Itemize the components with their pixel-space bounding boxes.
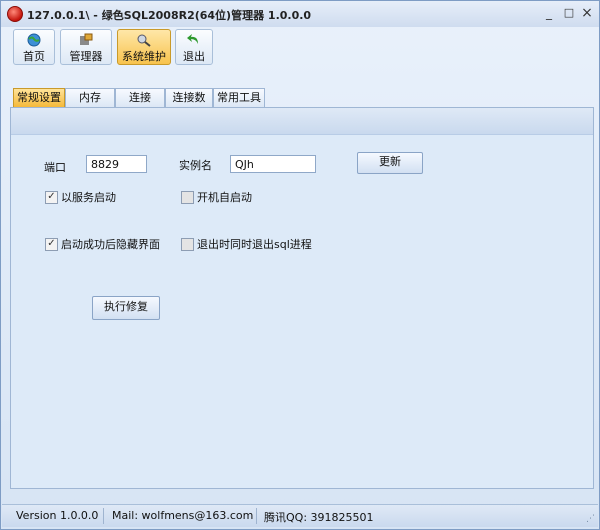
run-as-service-label: 以服务启动 <box>61 191 116 204</box>
panel-body: 端口 8829 实例名 QJh 更新 ✓ 以服务启动 开机自启动 ✓ 启动成功后… <box>11 135 593 488</box>
port-input[interactable]: 8829 <box>86 155 147 173</box>
tab-memory[interactable]: 内存 <box>65 88 115 107</box>
qq-text: 腾讯QQ: 391825501 <box>264 511 374 524</box>
port-label: 端口 <box>44 161 66 174</box>
app-logo-icon <box>7 6 23 22</box>
status-bar: Version 1.0.0.0 Mail: wolfmens@163.com 腾… <box>2 504 598 527</box>
minimize-button[interactable]: _ <box>541 5 557 21</box>
hide-after-start-label: 启动成功后隐藏界面 <box>61 238 160 251</box>
toolbar-maintenance-button[interactable]: 系统维护 <box>117 29 171 65</box>
toolbar-manager-button[interactable]: 管理器 <box>60 29 112 65</box>
resize-grip-icon[interactable]: ⋰ <box>586 514 595 524</box>
title-bar: 127.0.0.1\ - 绿色SQL2008R2(64位)管理器 1.0.0.0… <box>1 1 599 27</box>
version-text: Version 1.0.0.0 <box>16 509 99 522</box>
exit-arrow-icon <box>186 33 202 47</box>
status-divider <box>256 508 257 524</box>
auto-start-label: 开机自启动 <box>197 191 252 204</box>
hide-after-start-checkbox[interactable]: ✓ <box>45 238 58 251</box>
toolbar-home-button[interactable]: 首页 <box>13 29 55 65</box>
tools-icon <box>78 33 94 47</box>
globe-icon <box>26 33 42 47</box>
auto-start-checkbox[interactable] <box>181 191 194 204</box>
close-button[interactable]: × <box>579 5 595 21</box>
toolbar-exit-label: 退出 <box>183 50 205 63</box>
tab-tools[interactable]: 常用工具 <box>213 88 265 107</box>
main-window: 127.0.0.1\ - 绿色SQL2008R2(64位)管理器 1.0.0.0… <box>0 0 600 530</box>
tab-connection[interactable]: 连接 <box>115 88 165 107</box>
toolbar-manager-label: 管理器 <box>69 50 103 63</box>
repair-button[interactable]: 执行修复 <box>92 296 160 320</box>
tab-connection-count[interactable]: 连接数 <box>165 88 213 107</box>
toolbar: 首页 管理器 系统维护 退出 <box>11 29 213 65</box>
quit-sql-on-exit-checkbox[interactable] <box>181 238 194 251</box>
settings-panel: 端口 8829 实例名 QJh 更新 ✓ 以服务启动 开机自启动 ✓ 启动成功后… <box>10 107 594 489</box>
instance-input[interactable]: QJh <box>230 155 316 173</box>
tab-general[interactable]: 常规设置 <box>13 88 65 107</box>
toolbar-exit-button[interactable]: 退出 <box>175 29 213 65</box>
mail-text: Mail: wolfmens@163.com <box>112 509 254 522</box>
run-as-service-checkbox[interactable]: ✓ <box>45 191 58 204</box>
status-divider <box>103 508 104 524</box>
quit-sql-on-exit-label: 退出时同时退出sql进程 <box>197 238 312 251</box>
instance-label: 实例名 <box>179 159 212 172</box>
maximize-button[interactable]: □ <box>561 5 577 21</box>
toolbar-maintenance-label: 系统维护 <box>122 50 166 63</box>
maintenance-icon <box>136 33 152 47</box>
update-button[interactable]: 更新 <box>357 152 423 174</box>
window-title: 127.0.0.1\ - 绿色SQL2008R2(64位)管理器 1.0.0.0 <box>27 9 312 22</box>
toolbar-home-label: 首页 <box>23 50 45 63</box>
panel-header-strip <box>11 108 593 135</box>
